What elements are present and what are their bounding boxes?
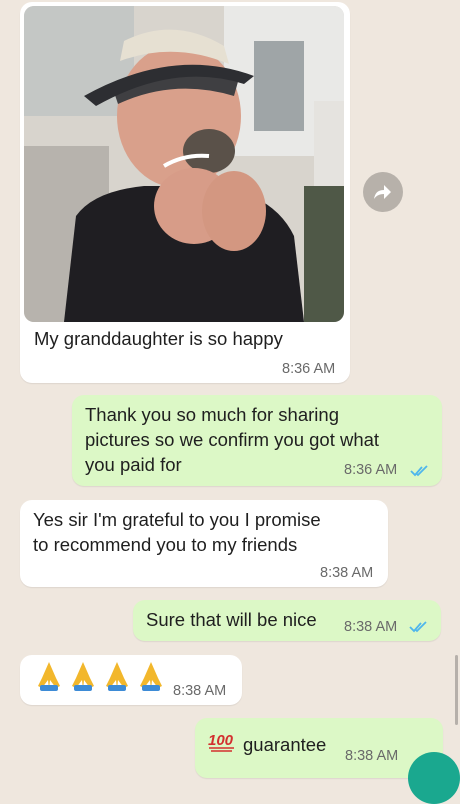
folded-hands-icon: [140, 662, 162, 691]
hedgehog-photo: [24, 6, 344, 322]
double-check-icon: [409, 621, 427, 633]
folded-hands-icon: [106, 662, 128, 691]
incoming-message[interactable]: Yes sir I'm grateful to you I promise to…: [20, 500, 388, 587]
scrollbar[interactable]: [455, 655, 458, 725]
message-text-line: Yes sir I'm grateful to you I promise: [33, 509, 321, 530]
message-text-line: to recommend you to my friends: [33, 534, 298, 555]
message-text: Sure that will be nice: [146, 609, 317, 630]
incoming-emoji-message[interactable]: 8:38 AM: [20, 655, 242, 705]
folded-hands-icon: [72, 662, 94, 691]
message-time: 8:38 AM: [344, 619, 398, 635]
outgoing-message[interactable]: Sure that will be nice 8:38 AM: [133, 600, 441, 641]
outgoing-message[interactable]: 100 guarantee 8:38 AM: [195, 718, 443, 778]
double-check-icon: [410, 465, 428, 477]
shared-photo[interactable]: [24, 6, 344, 322]
message-time: 8:38 AM: [320, 565, 374, 581]
message-time: 8:38 AM: [173, 683, 227, 699]
folded-hands-icon: [38, 662, 60, 691]
forward-arrow-icon: [374, 185, 391, 199]
message-text-line: Thank you so much for sharing: [85, 404, 339, 425]
image-caption: My granddaughter is so happy: [34, 328, 283, 349]
chat-area: My granddaughter is so happy 8:36 AM Tha…: [0, 0, 460, 804]
forward-button[interactable]: [363, 172, 403, 212]
svg-text:100: 100: [208, 732, 234, 749]
message-text-line: you paid for: [85, 454, 182, 475]
outgoing-message[interactable]: Thank you so much for sharing pictures s…: [72, 395, 442, 486]
message-time: 8:36 AM: [282, 361, 336, 377]
incoming-image-message[interactable]: My granddaughter is so happy 8:36 AM: [20, 2, 350, 383]
message-text-line: pictures so we confirm you got what: [85, 429, 380, 450]
floating-action-button[interactable]: [408, 752, 460, 804]
message-text: guarantee: [243, 734, 327, 755]
message-time: 8:36 AM: [344, 462, 398, 478]
message-time: 8:38 AM: [345, 748, 399, 764]
hundred-points-icon: 100: [208, 732, 234, 752]
emoji-row: [36, 660, 164, 692]
